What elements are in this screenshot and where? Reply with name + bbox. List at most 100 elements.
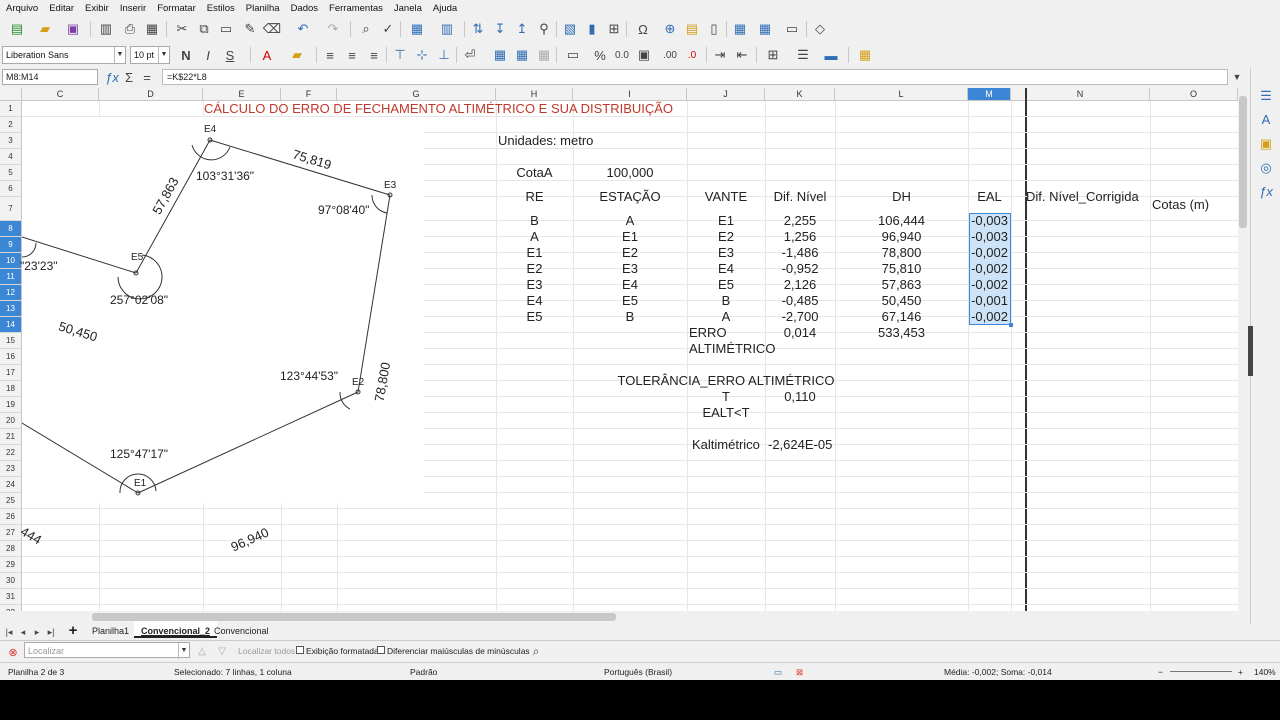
open-folder-icon[interactable]: ▰	[34, 20, 56, 38]
formatted-display-checkbox[interactable]	[296, 646, 304, 654]
highlight-icon[interactable]: ▰	[284, 46, 310, 64]
row-header[interactable]: 16	[0, 349, 22, 365]
status-language[interactable]: Português (Brasil)	[604, 667, 672, 677]
find-replace-icon[interactable]: ⌕	[356, 20, 376, 38]
row-header[interactable]: 15	[0, 333, 22, 349]
table-cell-eal[interactable]: -0,002	[968, 245, 1011, 261]
table-cell-dh[interactable]: 106,444	[835, 213, 968, 229]
table-cell-vante[interactable]: B	[687, 293, 765, 309]
row-header[interactable]: 25	[0, 493, 22, 509]
currency-format-icon[interactable]: ▭	[560, 46, 586, 64]
comment-icon[interactable]: ▤	[682, 20, 702, 38]
sort-descending-icon[interactable]: ↥	[512, 20, 532, 38]
column-header-n[interactable]: N	[1011, 88, 1150, 101]
column-header-j[interactable]: J	[687, 88, 765, 101]
row-header[interactable]: 26	[0, 509, 22, 525]
row-header[interactable]: 31	[0, 589, 22, 605]
clone-formatting-icon[interactable]: ✎	[240, 20, 260, 38]
table-cell-dh[interactable]: 78,800	[835, 245, 968, 261]
row-header[interactable]: 30	[0, 573, 22, 589]
row-header[interactable]: 10	[0, 253, 22, 269]
formula-input[interactable]: =K$22*L8	[162, 69, 1228, 85]
tab-convencional[interactable]: Convencional	[214, 626, 269, 636]
decrease-indent-icon[interactable]: ⇤	[732, 46, 752, 64]
name-box[interactable]: M8:M14	[2, 69, 98, 85]
table-cell-estacao[interactable]: E5	[573, 293, 687, 309]
prev-sheet-icon[interactable]: ◂	[18, 623, 28, 641]
italic-icon[interactable]: I	[198, 46, 218, 64]
dh-sum[interactable]: 533,453	[835, 325, 968, 341]
table-cell-re[interactable]: E5	[496, 309, 573, 325]
percent-format-icon[interactable]: %	[590, 46, 610, 64]
zoom-in-icon[interactable]: +	[1238, 667, 1243, 677]
new-document-icon[interactable]: ▤	[6, 20, 28, 38]
sort-ascending-icon[interactable]: ↧	[490, 20, 510, 38]
table-cell-vante[interactable]: A	[687, 309, 765, 325]
merge-cells-icon[interactable]: ▦	[512, 46, 532, 64]
freeze-divider[interactable]	[1025, 88, 1027, 611]
table-cell-vante[interactable]: E4	[687, 261, 765, 277]
column-header-l[interactable]: L	[835, 88, 968, 101]
table-cell-estacao[interactable]: A	[573, 213, 687, 229]
chart-icon[interactable]: ▮	[582, 20, 602, 38]
next-sheet-icon[interactable]: ▸	[32, 623, 42, 641]
column-header-m[interactable]: M	[968, 88, 1011, 101]
spreadsheet-grid[interactable]: C D E F G H I J K L M N O 1 2 3 4 5 6 7 8 9 10 11 1…	[0, 88, 1238, 611]
borders-icon[interactable]: ⊞	[760, 46, 786, 64]
find-previous-icon[interactable]: △	[196, 642, 208, 660]
chevron-down-icon[interactable]: ▼	[158, 47, 169, 63]
row-header[interactable]: 5	[0, 165, 22, 181]
vertical-scrollbar[interactable]	[1238, 88, 1248, 611]
table-cell-re[interactable]: E4	[496, 293, 573, 309]
undo-icon[interactable]: ↶	[290, 20, 316, 38]
table-cell-eal[interactable]: -0,003	[968, 229, 1011, 245]
column-header-o[interactable]: O	[1150, 88, 1238, 101]
sidebar-collapse-handle[interactable]	[1248, 326, 1253, 376]
table-cell-dh[interactable]: 50,450	[835, 293, 968, 309]
select-all-corner[interactable]	[0, 88, 22, 101]
table-cell-estacao[interactable]: E1	[573, 229, 687, 245]
column-header-i[interactable]: I	[573, 88, 687, 101]
chevron-down-icon[interactable]: ▼	[114, 47, 125, 63]
increase-indent-icon[interactable]: ⇥	[710, 46, 730, 64]
table-cell-eal[interactable]: -0,001	[968, 293, 1011, 309]
font-size-combo[interactable]: 10 pt ▼	[130, 46, 170, 64]
menu-planilha[interactable]: Planilha	[246, 3, 280, 14]
tab-planilha1[interactable]: Planilha1	[92, 626, 129, 636]
menu-janela[interactable]: Janela	[394, 3, 422, 14]
row-header[interactable]: 17	[0, 365, 22, 381]
k-value[interactable]: -2,624E-05	[768, 437, 832, 453]
menu-exibir[interactable]: Exibir	[85, 3, 109, 14]
chevron-down-icon[interactable]: ▼	[178, 643, 189, 659]
table-cell-eal[interactable]: -0,003	[968, 213, 1011, 229]
menu-ajuda[interactable]: Ajuda	[433, 3, 457, 14]
table-cell-dif-nivel[interactable]: 2,255	[765, 213, 835, 229]
copy-icon[interactable]: ⧉	[194, 20, 214, 38]
spelling-icon[interactable]: ✓	[378, 20, 398, 38]
paste-icon[interactable]: ▭	[216, 20, 236, 38]
table-cell-vante[interactable]: E1	[687, 213, 765, 229]
column-header-g[interactable]: G	[337, 88, 496, 101]
column-header-f[interactable]: F	[281, 88, 337, 101]
underline-icon[interactable]: S	[220, 46, 240, 64]
zoom-out-icon[interactable]: −	[1158, 667, 1163, 677]
table-cell-dh[interactable]: 75,810	[835, 261, 968, 277]
align-left-icon[interactable]: ≡	[320, 46, 340, 64]
table-cell-estacao[interactable]: E3	[573, 261, 687, 277]
row-header[interactable]: 11	[0, 269, 22, 285]
redo-icon[interactable]: ↷	[320, 20, 346, 38]
table-cell-eal[interactable]: -0,002	[968, 309, 1011, 325]
properties-icon[interactable]: ☰	[1257, 88, 1275, 106]
align-bottom-icon[interactable]: ⊥	[434, 46, 454, 64]
vertical-scroll-thumb[interactable]	[1239, 96, 1247, 228]
table-cell-re[interactable]: E3	[496, 277, 573, 293]
special-character-icon[interactable]: Ω	[630, 20, 656, 38]
close-find-icon[interactable]: ⊗	[6, 643, 20, 661]
column-icon[interactable]: ▥	[434, 20, 460, 38]
erro-value[interactable]: 0,014	[765, 325, 835, 341]
zoom-slider[interactable]	[1170, 671, 1232, 672]
gallery-icon[interactable]: ▣	[1257, 136, 1275, 154]
sum-icon[interactable]: Σ	[122, 68, 136, 86]
font-color-icon[interactable]: A	[254, 46, 280, 64]
row-header[interactable]: 28	[0, 541, 22, 557]
